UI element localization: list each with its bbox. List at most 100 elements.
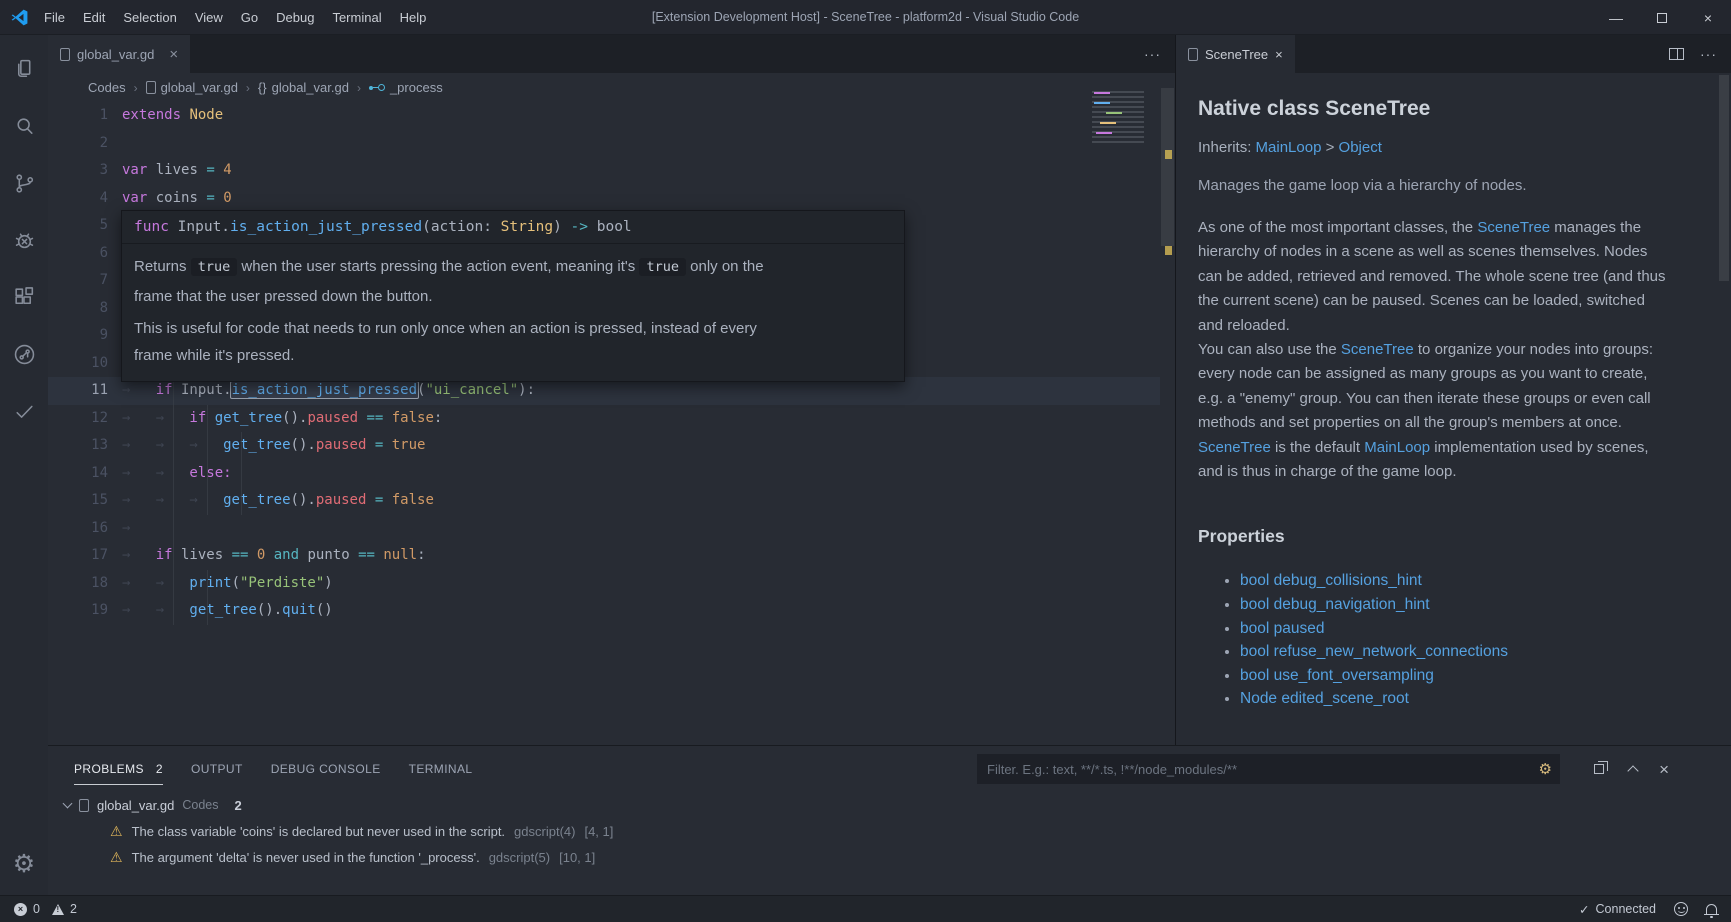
doc-property-link[interactable]: Node edited_scene_root xyxy=(1240,687,1716,711)
doc-property-link[interactable]: bool use_font_oversampling xyxy=(1240,664,1716,688)
code-line-13[interactable]: 13→→→get_tree().paused = true xyxy=(48,432,1160,460)
filter-gear-icon[interactable]: ⚙ xyxy=(1539,760,1552,778)
doc-link[interactable]: SceneTree xyxy=(1477,219,1550,236)
problem-source: gdscript(5) xyxy=(489,850,550,865)
status-bar: × 0 2 ✓ Connected xyxy=(0,895,1731,922)
token: get_tree xyxy=(223,492,290,508)
more-actions-icon[interactable]: ··· xyxy=(1700,46,1717,62)
godot-tools-icon[interactable] xyxy=(0,326,48,383)
token: ): xyxy=(518,382,535,398)
problems-filter: ⚙ xyxy=(977,754,1560,784)
menu-edit[interactable]: Edit xyxy=(74,0,114,34)
more-actions-icon[interactable]: ··· xyxy=(1144,46,1161,62)
tab-global-var-gd[interactable]: global_var.gd × xyxy=(48,35,190,73)
token: paused xyxy=(316,492,367,508)
close-window-button[interactable]: × xyxy=(1685,0,1731,35)
menu-terminal[interactable]: Terminal xyxy=(323,0,390,34)
close-tab-icon[interactable]: × xyxy=(169,47,178,62)
minimap[interactable] xyxy=(1086,88,1158,146)
doc-link[interactable]: SceneTree xyxy=(1198,439,1271,456)
menu-view[interactable]: View xyxy=(186,0,232,34)
problems-status[interactable]: × 0 2 xyxy=(14,902,77,916)
token: and xyxy=(274,547,299,563)
close-panel-icon[interactable]: × xyxy=(1659,761,1669,778)
menu-help[interactable]: Help xyxy=(391,0,436,34)
run-and-debug-icon[interactable] xyxy=(0,212,48,269)
doc-property-link[interactable]: bool paused xyxy=(1240,617,1716,641)
connection-status[interactable]: ✓ Connected xyxy=(1579,902,1656,917)
split-editor-icon[interactable] xyxy=(1669,48,1684,60)
code-line-12[interactable]: 12→→if get_tree().paused == false: xyxy=(48,405,1160,433)
scrollbar-thumb[interactable] xyxy=(1161,88,1174,246)
editor-group-divider[interactable] xyxy=(1175,35,1176,745)
token: func xyxy=(134,219,169,235)
doc-link[interactable]: SceneTree xyxy=(1341,341,1414,358)
explorer-icon[interactable] xyxy=(0,41,48,98)
code-line-19[interactable]: 19→→get_tree().quit() xyxy=(48,597,1160,625)
code-line-17[interactable]: 17→if lives == 0 and punto == null: xyxy=(48,542,1160,570)
search-icon[interactable] xyxy=(0,98,48,155)
doc-link[interactable]: MainLoop xyxy=(1364,439,1430,456)
menu-debug[interactable]: Debug xyxy=(267,0,323,34)
line-content: →→else: xyxy=(108,460,232,488)
panel-tab-output[interactable]: OUTPUT xyxy=(191,746,243,792)
breadcrumb-item[interactable]: {}global_var.gd xyxy=(258,80,349,95)
maximize-panel-icon[interactable] xyxy=(1627,765,1638,776)
token: == xyxy=(358,547,375,563)
doc-property-link[interactable]: bool debug_navigation_hint xyxy=(1240,593,1716,617)
feedback-smiley-icon[interactable] xyxy=(1674,902,1688,916)
panel-layout-icon[interactable] xyxy=(1594,764,1604,774)
panel-tab-terminal[interactable]: TERMINAL xyxy=(409,746,473,792)
code-line-15[interactable]: 15→→→get_tree().paused = false xyxy=(48,487,1160,515)
code-line-3[interactable]: 3var lives = 4 xyxy=(48,157,1160,185)
breadcrumb-item[interactable]: global_var.gd xyxy=(146,80,238,95)
testing-icon[interactable] xyxy=(0,383,48,440)
panel-tab-debug-console[interactable]: DEBUG CONSOLE xyxy=(271,746,381,792)
close-tab-icon[interactable]: × xyxy=(1275,47,1283,62)
editor-scrollbar[interactable] xyxy=(1160,88,1175,745)
code-editor[interactable]: 1extends Node23var lives = 44var coins =… xyxy=(48,102,1160,745)
source-control-icon[interactable] xyxy=(0,155,48,212)
code-line-1[interactable]: 1extends Node xyxy=(48,102,1160,130)
token: true xyxy=(639,258,686,276)
menu-file[interactable]: File xyxy=(35,0,74,34)
line-number: 1 xyxy=(48,102,108,130)
line-content: →→if get_tree().paused == false: xyxy=(108,405,442,433)
token: → xyxy=(122,597,156,625)
notifications-bell-icon[interactable] xyxy=(1706,904,1717,914)
token: → xyxy=(189,432,223,460)
token xyxy=(206,410,214,426)
token: → xyxy=(156,597,190,625)
tab-scenetree[interactable]: SceneTree × xyxy=(1176,35,1295,73)
doc-link[interactable]: MainLoop xyxy=(1256,139,1322,156)
scrollbar-thumb[interactable] xyxy=(1719,75,1729,281)
problems-file-row[interactable]: global_var.gdCodes2 xyxy=(48,792,1731,818)
menu-go[interactable]: Go xyxy=(232,0,267,34)
token: (). xyxy=(291,437,316,453)
settings-gear-icon[interactable]: ⚙ xyxy=(0,849,48,879)
panel-tab-problems[interactable]: PROBLEMS2 xyxy=(74,746,163,792)
breadcrumb-item[interactable]: Codes xyxy=(88,80,126,95)
minimize-button[interactable]: — xyxy=(1593,0,1639,35)
filter-input[interactable] xyxy=(985,761,1531,778)
code-line-2[interactable]: 2 xyxy=(48,130,1160,158)
doc-link[interactable]: Object xyxy=(1339,139,1382,156)
code-line-18[interactable]: 18→→print("Perdiste") xyxy=(48,570,1160,598)
problem-row[interactable]: ⚠The argument 'delta' is never used in t… xyxy=(48,844,1731,870)
problem-message: The argument 'delta' is never used in th… xyxy=(132,850,480,865)
code-line-16[interactable]: 16→ xyxy=(48,515,1160,543)
doc-property-link[interactable]: bool debug_collisions_hint xyxy=(1240,569,1716,593)
warnings-count: 2 xyxy=(70,902,77,916)
doc-property-link[interactable]: bool refuse_new_network_connections xyxy=(1240,640,1716,664)
line-number: 19 xyxy=(48,597,108,625)
code-line-14[interactable]: 14→→else: xyxy=(48,460,1160,488)
breadcrumb-item[interactable]: _process xyxy=(369,80,443,95)
line-number: 7 xyxy=(48,267,108,295)
maximize-button[interactable] xyxy=(1639,0,1685,35)
doc-scrollbar[interactable] xyxy=(1717,73,1731,745)
menu-selection[interactable]: Selection xyxy=(114,0,185,34)
line-content xyxy=(108,350,122,378)
extensions-icon[interactable] xyxy=(0,269,48,326)
code-line-4[interactable]: 4var coins = 0 xyxy=(48,185,1160,213)
problem-row[interactable]: ⚠The class variable 'coins' is declared … xyxy=(48,818,1731,844)
